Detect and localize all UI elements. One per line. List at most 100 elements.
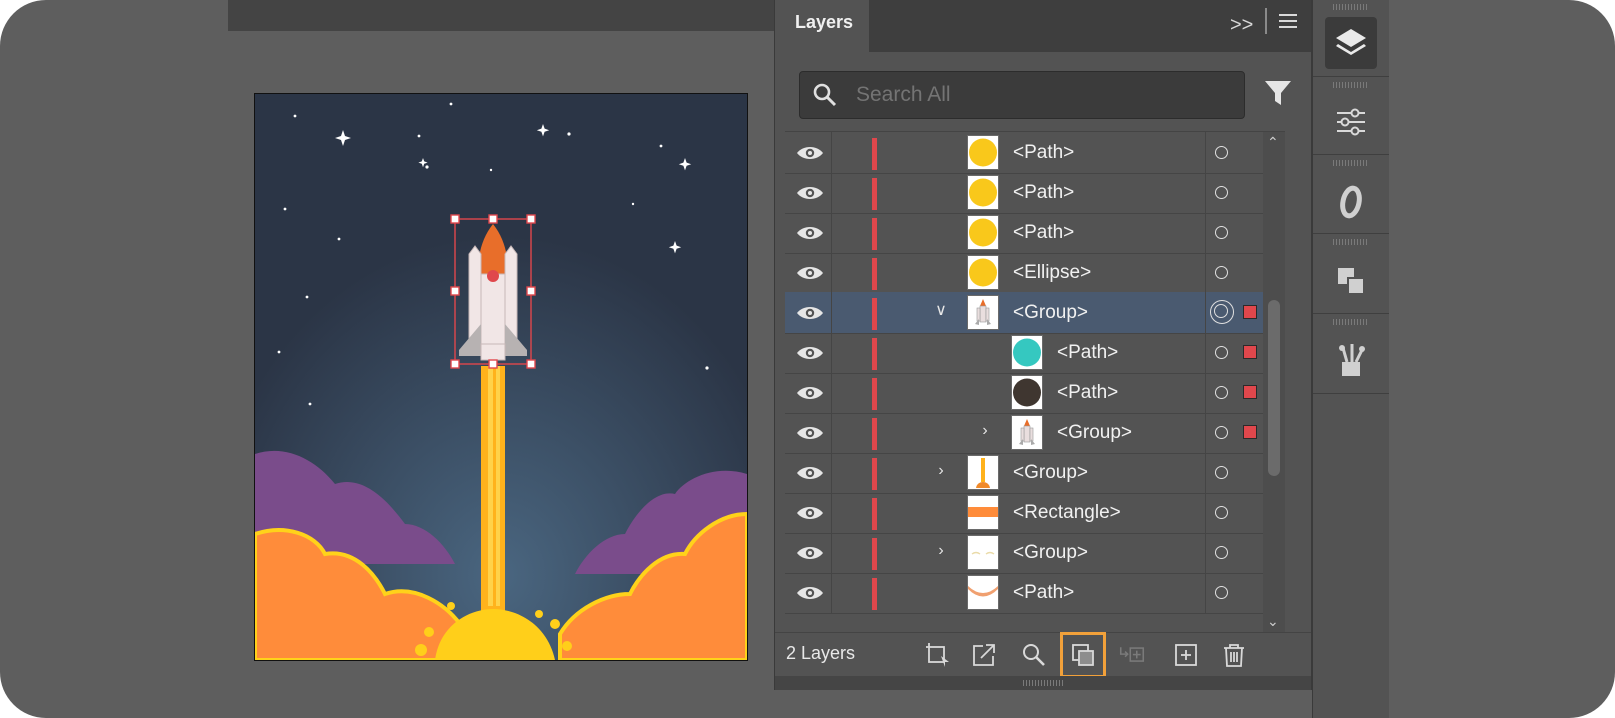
panel-expand-button[interactable]: >>	[1230, 10, 1253, 40]
dock-separator	[1313, 313, 1389, 314]
search-field[interactable]	[799, 71, 1245, 119]
column-divider	[831, 132, 832, 173]
layer-name[interactable]: <Group>	[1057, 422, 1132, 444]
layer-row[interactable]: › <Group>	[785, 452, 1285, 494]
create-new-layer-icon[interactable]	[1173, 642, 1199, 668]
chevron-right-icon[interactable]: ›	[933, 462, 949, 480]
column-divider	[1205, 532, 1206, 573]
visibility-eye-icon[interactable]	[795, 384, 825, 402]
filter-icon[interactable]	[1263, 78, 1293, 108]
chevron-right-icon[interactable]: ›	[933, 542, 949, 560]
layer-row[interactable]: <Path>	[785, 572, 1285, 614]
column-divider	[1205, 132, 1206, 173]
visibility-eye-icon[interactable]	[795, 504, 825, 522]
visibility-eye-icon[interactable]	[795, 544, 825, 562]
visibility-eye-icon[interactable]	[795, 184, 825, 202]
target-circle-icon[interactable]	[1215, 346, 1228, 359]
target-circle-icon[interactable]	[1215, 266, 1228, 279]
header-divider	[1265, 8, 1267, 34]
layer-name[interactable]: <Path>	[1057, 382, 1118, 404]
layer-name[interactable]: <Rectangle>	[1013, 502, 1121, 524]
target-circle-icon[interactable]	[1215, 186, 1228, 199]
target-circle-icon[interactable]	[1215, 146, 1228, 159]
collect-export-icon[interactable]	[925, 642, 951, 668]
target-circle-icon[interactable]	[1215, 426, 1228, 439]
selection-indicator[interactable]	[1243, 305, 1257, 319]
dock-grip	[1333, 4, 1369, 10]
visibility-eye-icon[interactable]	[795, 584, 825, 602]
rocket-illustration[interactable]	[255, 94, 747, 660]
column-divider	[1205, 292, 1206, 333]
target-circle-icon[interactable]	[1215, 226, 1228, 239]
layer-row[interactable]: › <Group>	[785, 412, 1285, 454]
target-circle-icon[interactable]	[1215, 466, 1228, 479]
layer-name[interactable]: <Ellipse>	[1013, 262, 1091, 284]
tab-layers[interactable]: Layers	[775, 0, 869, 52]
properties-dock-button[interactable]	[1325, 96, 1377, 148]
layers-panel: Layers >> <Path> <Path> <Path> <Ellipse> ∨ <G…	[774, 0, 1312, 690]
layer-row[interactable]: <Path>	[785, 132, 1285, 174]
column-divider	[831, 372, 832, 413]
visibility-eye-icon[interactable]	[795, 464, 825, 482]
make-clipping-mask-icon[interactable]	[1060, 632, 1106, 678]
visibility-eye-icon[interactable]	[795, 344, 825, 362]
target-circle-icon[interactable]	[1215, 546, 1228, 559]
target-circle-icon[interactable]	[1210, 300, 1234, 324]
glyphs-dock-button[interactable]	[1325, 176, 1377, 228]
layer-name[interactable]: <Group>	[1013, 542, 1088, 564]
dock-grip	[1333, 319, 1369, 325]
libraries-dock-button[interactable]	[1325, 334, 1377, 386]
layer-row[interactable]: <Ellipse>	[785, 252, 1285, 294]
chevron-down-icon[interactable]: ∨	[933, 302, 949, 320]
layer-name[interactable]: <Group>	[1013, 462, 1088, 484]
layer-row[interactable]: <Path>	[785, 172, 1285, 214]
search-input[interactable]	[854, 78, 1228, 112]
column-divider	[1205, 212, 1206, 253]
visibility-eye-icon[interactable]	[795, 424, 825, 442]
export-icon[interactable]	[971, 642, 997, 668]
chevron-right-icon[interactable]: ›	[977, 422, 993, 440]
layer-row[interactable]: › <Group>	[785, 532, 1285, 574]
dock-separator	[1313, 76, 1389, 77]
layer-row[interactable]: <Path>	[785, 332, 1285, 374]
panel-footer: 2 Layers	[775, 632, 1311, 678]
panel-resize-grip[interactable]	[775, 676, 1311, 690]
layer-name[interactable]: <Path>	[1013, 582, 1074, 604]
layer-row[interactable]: <Path>	[785, 212, 1285, 254]
layer-thumbnail	[1011, 415, 1043, 450]
layer-row[interactable]: <Rectangle>	[785, 492, 1285, 534]
artboard[interactable]	[254, 93, 748, 661]
layer-row[interactable]: ∨ <Group>	[785, 292, 1285, 334]
scrollbar-thumb[interactable]	[1268, 300, 1280, 476]
pathfinder-dock-button[interactable]	[1325, 256, 1377, 308]
scroll-up-arrow-icon[interactable]: ⌃	[1267, 134, 1279, 151]
layer-name[interactable]: <Path>	[1013, 142, 1074, 164]
selection-indicator[interactable]	[1243, 385, 1257, 399]
target-circle-icon[interactable]	[1215, 586, 1228, 599]
layer-color-bar	[872, 138, 877, 170]
column-divider	[831, 252, 832, 293]
target-circle-icon[interactable]	[1215, 386, 1228, 399]
layer-name[interactable]: <Path>	[1013, 182, 1074, 204]
layer-name[interactable]: <Group>	[1013, 302, 1088, 324]
delete-icon[interactable]	[1221, 642, 1247, 668]
scroll-down-arrow-icon[interactable]: ⌄	[1267, 613, 1279, 630]
visibility-eye-icon[interactable]	[795, 144, 825, 162]
selection-indicator[interactable]	[1243, 345, 1257, 359]
pathfinder-icon	[1338, 268, 1365, 295]
layers-dock-button[interactable]	[1325, 17, 1377, 69]
visibility-eye-icon[interactable]	[795, 224, 825, 242]
dock-grip	[1333, 239, 1369, 245]
selection-indicator[interactable]	[1243, 425, 1257, 439]
create-sublayer-icon[interactable]	[1119, 642, 1145, 668]
visibility-eye-icon[interactable]	[795, 264, 825, 282]
layer-list-scrollbar[interactable]: ⌃ ⌄	[1263, 132, 1285, 632]
layer-color-bar	[872, 338, 877, 370]
layer-name[interactable]: <Path>	[1013, 222, 1074, 244]
panel-menu-button[interactable]	[1277, 10, 1299, 41]
target-circle-icon[interactable]	[1215, 506, 1228, 519]
layer-row[interactable]: <Path>	[785, 372, 1285, 414]
visibility-eye-icon[interactable]	[795, 304, 825, 322]
layer-name[interactable]: <Path>	[1057, 342, 1118, 364]
locate-object-icon[interactable]	[1021, 642, 1047, 668]
